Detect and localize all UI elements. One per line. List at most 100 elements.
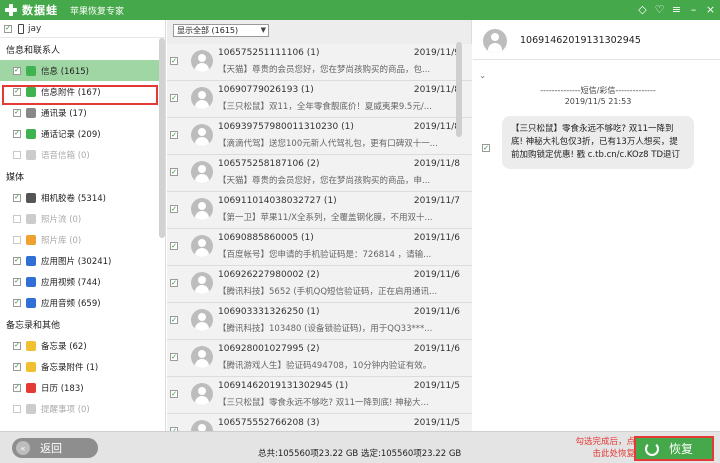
message-row[interactable]: 106928001027995 (2) 2019/11/6 【腾讯游戏人生】验证码4… (167, 340, 472, 377)
sidebar-item-checkbox[interactable] (13, 235, 21, 244)
message-date: 2019/11/6 (413, 344, 460, 354)
close-icon[interactable]: × (705, 3, 716, 17)
message-row-checkbox[interactable] (170, 316, 178, 324)
message-row-checkbox[interactable] (170, 242, 178, 250)
sidebar-item[interactable]: 通话记录 (209) (0, 123, 165, 144)
chevron-down-icon: ▼ (260, 26, 266, 34)
message-row[interactable]: 106575258187106 (2) 2019/11/8 【天猫】尊贵的会员您好，… (167, 155, 472, 192)
sidebar-item-checkbox[interactable] (13, 66, 21, 75)
sidebar-item-checkbox[interactable] (13, 129, 21, 138)
back-button[interactable]: « 返回 (12, 438, 98, 458)
sidebar-item[interactable]: 应用音频 (659) (0, 292, 165, 313)
sidebar-item[interactable]: 信息附件 (167) (0, 81, 165, 102)
sidebar-item[interactable]: 照片库 (0) (0, 229, 165, 250)
sidebar-item-checkbox[interactable] (13, 87, 21, 96)
message-row[interactable]: 10690779026193 (1) 2019/11/8 【三只松鼠】双11，全年零… (167, 81, 472, 118)
app-logo: 数据蛙 (0, 2, 58, 18)
photos-icon (26, 234, 36, 245)
message-preview: 【腾讯游戏人生】验证码494708，10分钟内验证有效。 (218, 361, 432, 371)
sidebar-item[interactable]: 备忘录附件 (1) (0, 356, 165, 377)
sidebar-item-checkbox[interactable] (13, 277, 21, 286)
sidebar-item-checkbox[interactable] (13, 341, 21, 350)
message-preview: 【滴滴代驾】送您100元新人代驾礼包，更有口碑双十一... (218, 139, 438, 149)
message-row-checkbox[interactable] (170, 353, 178, 361)
device-checkbox[interactable] (4, 24, 12, 33)
sidebar-item-checkbox[interactable] (13, 193, 21, 202)
sidebar-item[interactable]: 信息 (1615) (0, 60, 165, 81)
message-preview: 【第一卫】苹果11/X全系列，全覆盖钢化膜，不用双十... (218, 213, 433, 223)
message-row[interactable]: 10690885860005 (1) 2019/11/6 【百度帐号】您申请的手机验… (167, 229, 472, 266)
message-row[interactable]: 106926227980002 (2) 2019/11/6 【腾讯科技】5652 (… (167, 266, 472, 303)
sidebar-item[interactable]: 备忘录 (62) (0, 335, 165, 356)
message-type-label: --------------短信/彩信-------------- (540, 86, 656, 95)
sidebar-item[interactable]: 语音信箱 (0) (0, 144, 165, 165)
sidebar-item[interactable]: 应用图片 (30241) (0, 250, 165, 271)
sidebar-item-checkbox[interactable] (13, 108, 21, 117)
sidebar-item-checkbox[interactable] (13, 383, 21, 392)
sidebar-item[interactable]: 照片流 (0) (0, 208, 165, 229)
message-preview: 【三只松鼠】双11，全年零食靓底价！夏威夷果9.5元/... (218, 102, 432, 112)
sidebar-item[interactable]: 提醒事项 (0) (0, 398, 165, 419)
chevron-collapse-icon[interactable]: › (477, 75, 487, 79)
restore-hint: 勾选完成后，点击此处恢复 (575, 437, 635, 459)
message-row-checkbox[interactable] (170, 390, 178, 398)
message-row-checkbox[interactable] (170, 205, 178, 213)
sidebar-item[interactable]: 日历 (183) (0, 377, 165, 398)
calendar-icon (26, 382, 36, 393)
message-row-checkbox[interactable] (170, 57, 178, 65)
sidebar-item-checkbox[interactable] (13, 404, 21, 413)
message-row[interactable]: 10690333132625​0 (1) 2019/11/6 【腾讯科技】10348… (167, 303, 472, 340)
sender-avatar-icon (191, 383, 213, 405)
minimize-icon[interactable]: – (688, 3, 699, 17)
diamond-icon[interactable]: ◇ (637, 3, 648, 17)
sidebar-item[interactable]: 应用视频 (744) (0, 271, 165, 292)
notes-attachment-icon (26, 361, 36, 372)
message-time: 2019/11/5 21:53 (564, 97, 632, 106)
sidebar-section-title: 媒体 (6, 172, 25, 183)
menu-icon[interactable]: ≡ (671, 3, 682, 17)
message-preview: 【腾讯科技】103480 (设备锁验证码)，用于QQ33***... (218, 324, 433, 334)
message-row-checkbox[interactable] (170, 131, 178, 139)
sender-number: 106575552766208 (3) (218, 418, 320, 428)
sender-avatar-icon (191, 87, 213, 109)
sidebar-item-label: 应用视频 (744) (41, 277, 101, 288)
message-row[interactable]: 106939757980011310230 (1) 2019/11/8 【滴滴代驾】… (167, 118, 472, 155)
restore-button[interactable]: 恢复 (634, 436, 714, 461)
message-row[interactable]: 106575251111106 (1) 2019/11/9 【天猫】尊贵的会员您好，… (167, 44, 472, 81)
filter-select[interactable]: 显示全部 (1615) ▼ (173, 24, 269, 37)
sidebar-item-checkbox[interactable] (13, 256, 21, 265)
message-list-pane: 显示全部 (1615) ▼ 106575251111106 (1) 2019/11… (167, 20, 472, 451)
logo-plus-icon (4, 3, 18, 17)
message-row-checkbox[interactable] (170, 94, 178, 102)
sidebar-item-checkbox[interactable] (13, 150, 21, 159)
sidebar-item-checkbox[interactable] (13, 214, 21, 223)
message-date: 2019/11/8 (413, 122, 460, 132)
attachment-icon (26, 86, 36, 97)
sidebar-item[interactable]: 相机胶卷 (5314) (0, 187, 165, 208)
sidebar-section-title: 备忘录和其他 (6, 320, 61, 331)
notes-icon (26, 340, 36, 351)
sidebar-item-label: 语音信箱 (0) (41, 150, 90, 161)
message-preview: 【百度帐号】您申请的手机验证码是：726814 ，请输... (218, 250, 432, 260)
category-sidebar: jay 信息和联系人信息 (1615) 信息附件 (167) 通讯录 (17) 通话记… (0, 20, 166, 431)
list-scrollbar[interactable] (456, 42, 462, 137)
message-row-checkbox[interactable] (170, 168, 178, 176)
message-date: 2019/11/8 (413, 85, 460, 95)
sidebar-item-label: 通话记录 (209) (41, 129, 101, 140)
message-date: 2019/11/6 (413, 233, 460, 243)
device-row[interactable]: jay (0, 20, 165, 38)
sidebar-item-checkbox[interactable] (13, 298, 21, 307)
message-row-checkbox[interactable] (170, 279, 178, 287)
contacts-icon (26, 107, 36, 118)
sidebar-item-label: 应用音频 (659) (41, 298, 101, 309)
sidebar-scrollbar[interactable] (159, 38, 165, 238)
sidebar-item-checkbox[interactable] (13, 362, 21, 371)
sidebar-item[interactable]: 通讯录 (17) (0, 102, 165, 123)
message-date: 2019/11/6 (413, 270, 460, 280)
message-preview: 【天猫】尊贵的会员您好，您在梦尚孩购买的商品，包... (218, 65, 431, 75)
message-row[interactable]: 1069110140380327​27 (1) 2019/11/7 【第一卫】苹果1… (167, 192, 472, 229)
message-date: 2019/11/5 (413, 418, 460, 428)
message-row[interactable]: 10691462019131302945 (1) 2019/11/5 【三只松鼠】零… (167, 377, 472, 414)
heart-icon[interactable]: ♡ (654, 3, 665, 17)
message-checkbox[interactable] (482, 144, 490, 152)
